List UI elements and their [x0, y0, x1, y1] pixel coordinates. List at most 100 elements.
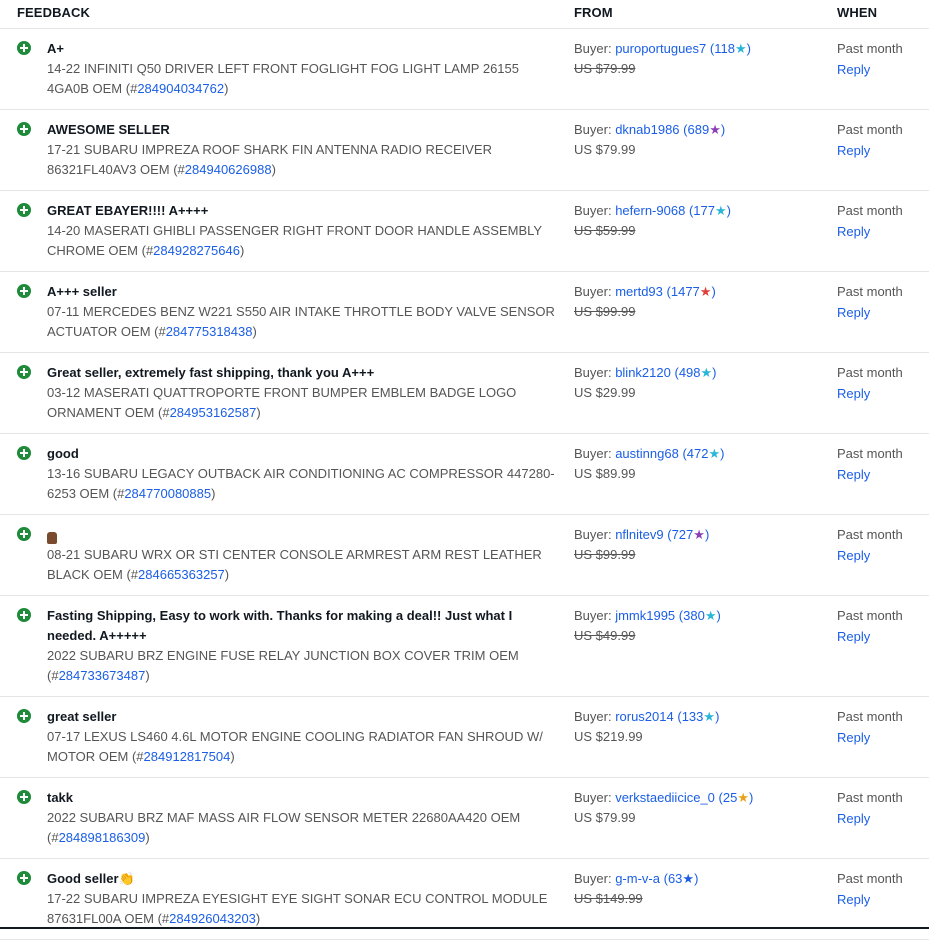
- feedback-score-link[interactable]: (727★): [667, 527, 709, 542]
- buyer-info: Buyer: g-m-v-a (63★): [574, 871, 699, 886]
- buyer-username-link[interactable]: verkstaediicice_0: [615, 790, 715, 805]
- from-cell: Buyer: g-m-v-a (63★) US $149.99: [574, 869, 824, 909]
- reply-link[interactable]: Reply: [837, 302, 927, 324]
- item-title: 08-21 SUBARU WRX OR STI CENTER CONSOLE A…: [47, 547, 542, 582]
- reply-link[interactable]: Reply: [837, 221, 927, 243]
- feedback-comment: AWESOME SELLER: [47, 122, 170, 137]
- feedback-score-link[interactable]: (1477★): [667, 284, 716, 299]
- feedback-cell: 08-21 SUBARU WRX OR STI CENTER CONSOLE A…: [47, 525, 557, 585]
- feedback-score-link[interactable]: (380★): [679, 608, 721, 623]
- reply-link[interactable]: Reply: [837, 464, 927, 486]
- buyer-username-link[interactable]: jmmk1995: [615, 608, 675, 623]
- buyer-info: Buyer: puroportugues7 (118★): [574, 41, 751, 56]
- positive-feedback-icon: [17, 365, 31, 379]
- from-cell: Buyer: dknab1986 (689★) US $79.99: [574, 120, 824, 160]
- buyer-username-link[interactable]: mertd93: [615, 284, 663, 299]
- from-cell: Buyer: mertd93 (1477★) US $99.99: [574, 282, 824, 322]
- feedback-comment: A+: [47, 41, 64, 56]
- feedback-cell: takk 2022 SUBARU BRZ MAF MASS AIR FLOW S…: [47, 788, 557, 848]
- table-row: A+ 14-22 INFINITI Q50 DRIVER LEFT FRONT …: [0, 29, 929, 110]
- item-number-link[interactable]: 284928275646: [153, 243, 240, 258]
- reply-link[interactable]: Reply: [837, 889, 927, 911]
- from-cell: Buyer: blink2120 (498★) US $29.99: [574, 363, 824, 403]
- feedback-score-link[interactable]: (25★): [719, 790, 754, 805]
- table-row: Great seller, extremely fast shipping, t…: [0, 353, 929, 434]
- item-number-link[interactable]: 284733673487: [59, 668, 146, 683]
- when-cell: Past month Reply: [837, 363, 927, 405]
- buyer-username-link[interactable]: rorus2014: [615, 709, 674, 724]
- feedback-score-link[interactable]: (177★): [689, 203, 731, 218]
- item-price: US $29.99: [574, 385, 636, 400]
- feedback-score-link[interactable]: (133★): [677, 709, 719, 724]
- reply-link[interactable]: Reply: [837, 626, 927, 648]
- item-number-link[interactable]: 284665363257: [138, 567, 225, 582]
- item-price: US $149.99: [574, 891, 643, 906]
- item-number-link[interactable]: 284912817504: [144, 749, 231, 764]
- feedback-score-link[interactable]: (118★): [710, 41, 751, 56]
- reply-link[interactable]: Reply: [837, 808, 927, 830]
- item-number-link[interactable]: 284904034762: [137, 81, 224, 96]
- when-cell: Past month Reply: [837, 444, 927, 486]
- feedback-time: Past month: [837, 446, 903, 461]
- feedback-score-link[interactable]: (689★): [683, 122, 725, 137]
- when-cell: Past month Reply: [837, 282, 927, 324]
- feedback-score-link[interactable]: (498★): [674, 365, 716, 380]
- feedback-cell: A+ 14-22 INFINITI Q50 DRIVER LEFT FRONT …: [47, 39, 557, 99]
- from-cell: Buyer: hefern-9068 (177★) US $59.99: [574, 201, 824, 241]
- from-cell: Buyer: puroportugues7 (118★) US $79.99: [574, 39, 824, 79]
- item-title: 17-22 SUBARU IMPREZA EYESIGHT EYE SIGHT …: [47, 891, 548, 926]
- item-price: US $59.99: [574, 223, 636, 238]
- item-number-link[interactable]: 284898186309: [59, 830, 146, 845]
- feedback-cell: A+++ seller 07-11 MERCEDES BENZ W221 S55…: [47, 282, 557, 342]
- feedback-time: Past month: [837, 709, 903, 724]
- table-row: great seller 07-17 LEXUS LS460 4.6L MOTO…: [0, 697, 929, 778]
- when-cell: Past month Reply: [837, 120, 927, 162]
- buyer-info: Buyer: austinng68 (472★): [574, 446, 725, 461]
- buyer-username-link[interactable]: nflnitev9: [615, 527, 663, 542]
- reply-link[interactable]: Reply: [837, 140, 927, 162]
- item-number-link[interactable]: 284770080885: [124, 486, 211, 501]
- item-number-link[interactable]: 284953162587: [170, 405, 257, 420]
- item-number-link[interactable]: 284940626988: [185, 162, 272, 177]
- item-number-link[interactable]: 284926043203: [169, 911, 256, 926]
- feedback-comment: Fasting Shipping, Easy to work with. Tha…: [47, 608, 513, 643]
- reply-link[interactable]: Reply: [837, 59, 927, 81]
- feedback-cell: Great seller, extremely fast shipping, t…: [47, 363, 557, 423]
- feedback-score-link[interactable]: (63★): [664, 871, 699, 886]
- feedback-time: Past month: [837, 284, 903, 299]
- feedback-cell: Fasting Shipping, Easy to work with. Tha…: [47, 606, 557, 686]
- from-cell: Buyer: rorus2014 (133★) US $219.99: [574, 707, 824, 747]
- feedback-star-icon: ★: [704, 608, 717, 623]
- positive-feedback-icon: [17, 446, 31, 460]
- feedback-table: FEEDBACK FROM WHEN A+ 14-22 INFINITI Q50…: [0, 0, 929, 940]
- buyer-username-link[interactable]: dknab1986: [615, 122, 679, 137]
- table-row: AWESOME SELLER 17-21 SUBARU IMPREZA ROOF…: [0, 110, 929, 191]
- positive-feedback-icon: [17, 608, 31, 622]
- reply-link[interactable]: Reply: [837, 727, 927, 749]
- when-cell: Past month Reply: [837, 606, 927, 648]
- item-price: US $99.99: [574, 547, 636, 562]
- buyer-username-link[interactable]: blink2120: [615, 365, 671, 380]
- item-number-link[interactable]: 284775318438: [166, 324, 253, 339]
- feedback-cell: AWESOME SELLER 17-21 SUBARU IMPREZA ROOF…: [47, 120, 557, 180]
- feedback-comment: Great seller, extremely fast shipping, t…: [47, 365, 375, 380]
- table-row: good 13-16 SUBARU LEGACY OUTBACK AIR CON…: [0, 434, 929, 515]
- reply-link[interactable]: Reply: [837, 545, 927, 567]
- buyer-info: Buyer: dknab1986 (689★): [574, 122, 726, 137]
- feedback-star-icon: ★: [714, 203, 727, 218]
- buyer-info: Buyer: rorus2014 (133★): [574, 709, 720, 724]
- feedback-time: Past month: [837, 790, 903, 805]
- reply-link[interactable]: Reply: [837, 383, 927, 405]
- buyer-username-link[interactable]: austinng68: [615, 446, 679, 461]
- buyer-username-link[interactable]: g-m-v-a: [615, 871, 660, 886]
- feedback-comment: Good seller👏: [47, 871, 135, 886]
- buyer-username-link[interactable]: puroportugues7: [615, 41, 706, 56]
- positive-feedback-icon: [17, 709, 31, 723]
- feedback-column-header: FEEDBACK: [17, 5, 91, 20]
- buyer-info: Buyer: hefern-9068 (177★): [574, 203, 731, 218]
- feedback-time: Past month: [837, 203, 903, 218]
- feedback-score-link[interactable]: (472★): [682, 446, 724, 461]
- item-title: 03-12 MASERATI QUATTROPORTE FRONT BUMPER…: [47, 385, 517, 420]
- feedback-star-icon: ★: [682, 871, 695, 886]
- buyer-username-link[interactable]: hefern-9068: [615, 203, 685, 218]
